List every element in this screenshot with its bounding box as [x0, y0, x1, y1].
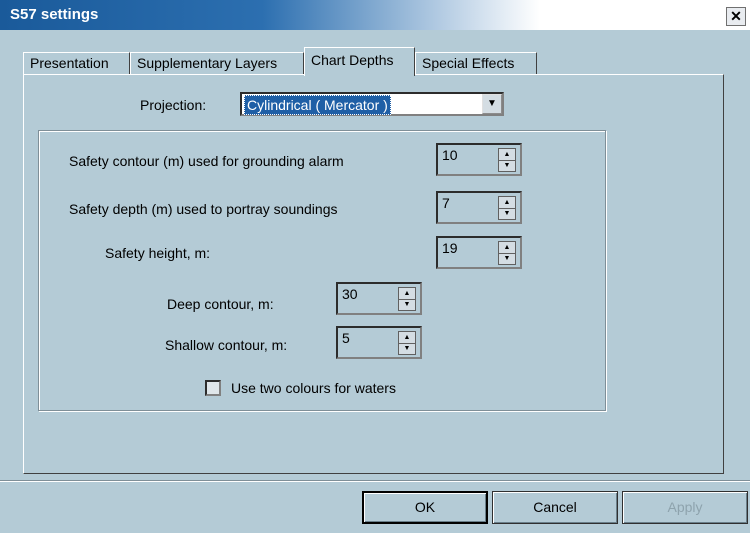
tab-label: Supplementary Layers	[137, 55, 278, 71]
spin-buttons: ▲ ▼	[498, 148, 516, 172]
close-button[interactable]: ✕	[726, 7, 746, 26]
safety-contour-value[interactable]: 10	[442, 147, 458, 163]
apply-button[interactable]: Apply	[622, 491, 748, 524]
spin-down-icon[interactable]: ▼	[499, 160, 515, 171]
window-title: S57 settings	[10, 6, 99, 23]
spin-buttons: ▲ ▼	[498, 196, 516, 220]
title-bar[interactable]: S57 settings ✕	[0, 0, 750, 30]
safety-depth-stepper[interactable]: 7 ▲ ▼	[436, 191, 522, 224]
tab-chart-depths[interactable]: Chart Depths	[304, 47, 415, 76]
two-colours-checkbox[interactable]	[205, 380, 221, 396]
tab-presentation[interactable]: Presentation	[23, 52, 130, 74]
safety-height-label: Safety height, m:	[105, 245, 211, 261]
two-colours-label[interactable]: Use two colours for waters	[231, 380, 396, 396]
settings-dialog: S57 settings ✕ Presentation Supplementar…	[0, 0, 750, 533]
chevron-down-icon[interactable]: ▼	[482, 94, 502, 114]
safety-height-stepper[interactable]: 19 ▲ ▼	[436, 236, 522, 269]
safety-depth-value[interactable]: 7	[442, 195, 450, 211]
safety-height-value[interactable]: 19	[442, 240, 458, 256]
spin-down-icon[interactable]: ▼	[399, 343, 415, 354]
safety-contour-label: Safety contour (m) used for grounding al…	[69, 153, 344, 169]
spin-down-icon[interactable]: ▼	[499, 253, 515, 264]
deep-contour-value[interactable]: 30	[342, 286, 358, 302]
safety-contour-stepper[interactable]: 10 ▲ ▼	[436, 143, 522, 176]
projection-selected-value: Cylindrical ( Mercator )	[244, 95, 391, 115]
tab-label: Chart Depths	[311, 52, 394, 68]
spin-down-icon[interactable]: ▼	[499, 208, 515, 219]
tab-label: Presentation	[30, 55, 109, 71]
spin-buttons: ▲ ▼	[498, 241, 516, 265]
cancel-button[interactable]: Cancel	[492, 491, 618, 524]
shallow-contour-label: Shallow contour, m:	[165, 337, 288, 353]
spin-down-icon[interactable]: ▼	[399, 299, 415, 310]
tab-label: Special Effects	[422, 55, 515, 71]
spin-buttons: ▲ ▼	[398, 287, 416, 311]
tab-supplementary-layers[interactable]: Supplementary Layers	[130, 52, 304, 74]
deep-contour-label: Deep contour, m:	[167, 296, 274, 312]
safety-depth-label: Safety depth (m) used to portray soundin…	[69, 201, 338, 217]
button-bar-divider	[0, 480, 750, 482]
deep-contour-stepper[interactable]: 30 ▲ ▼	[336, 282, 422, 315]
ok-button[interactable]: OK	[362, 491, 488, 524]
shallow-contour-stepper[interactable]: 5 ▲ ▼	[336, 326, 422, 359]
shallow-contour-value[interactable]: 5	[342, 330, 350, 346]
tab-special-effects[interactable]: Special Effects	[415, 52, 537, 74]
close-icon: ✕	[730, 8, 742, 24]
projection-select[interactable]: Cylindrical ( Mercator ) ▼	[240, 92, 504, 116]
projection-label: Projection:	[140, 97, 207, 113]
spin-buttons: ▲ ▼	[398, 331, 416, 355]
